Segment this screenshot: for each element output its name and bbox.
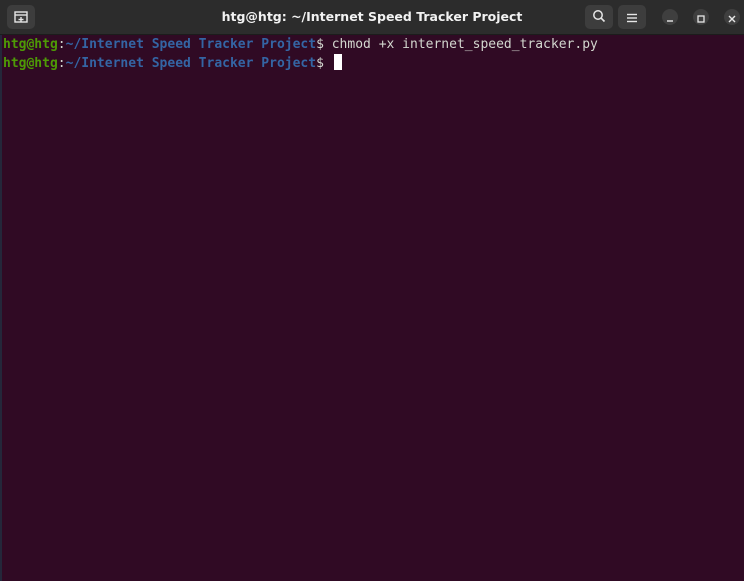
command-text: chmod +x internet_speed_tracker.py	[331, 37, 598, 52]
terminal-line: htg@htg:~/Internet Speed Tracker Project…	[3, 36, 598, 54]
maximize-button[interactable]	[693, 9, 709, 25]
terminal-area[interactable]: htg@htg:~/Internet Speed Tracker Project…	[0, 35, 744, 581]
menu-button[interactable]	[618, 5, 646, 29]
terminal-line: htg@htg:~/Internet Speed Tracker Project…	[3, 54, 342, 72]
minimize-icon	[666, 8, 674, 27]
prompt-user-host: htg@htg	[3, 37, 58, 52]
prompt-dollar: $	[316, 56, 332, 71]
text-cursor	[333, 54, 342, 70]
title-bar[interactable]: htg@htg: ~/Internet Speed Tracker Projec…	[0, 0, 744, 35]
search-button[interactable]	[585, 5, 613, 29]
terminal-window: htg@htg: ~/Internet Speed Tracker Projec…	[0, 0, 744, 581]
close-icon	[728, 8, 736, 27]
close-button[interactable]	[724, 9, 740, 25]
minimize-button[interactable]	[662, 9, 678, 25]
prompt-path: ~/Internet Speed Tracker Project	[65, 56, 317, 71]
prompt-path: ~/Internet Speed Tracker Project	[65, 37, 317, 52]
maximize-icon	[697, 8, 705, 27]
prompt-colon: :	[57, 37, 66, 52]
search-icon	[592, 8, 606, 27]
prompt-user-host: htg@htg	[3, 56, 58, 71]
prompt-dollar: $	[316, 37, 332, 52]
prompt-colon: :	[57, 56, 66, 71]
hamburger-menu-icon	[626, 8, 638, 27]
